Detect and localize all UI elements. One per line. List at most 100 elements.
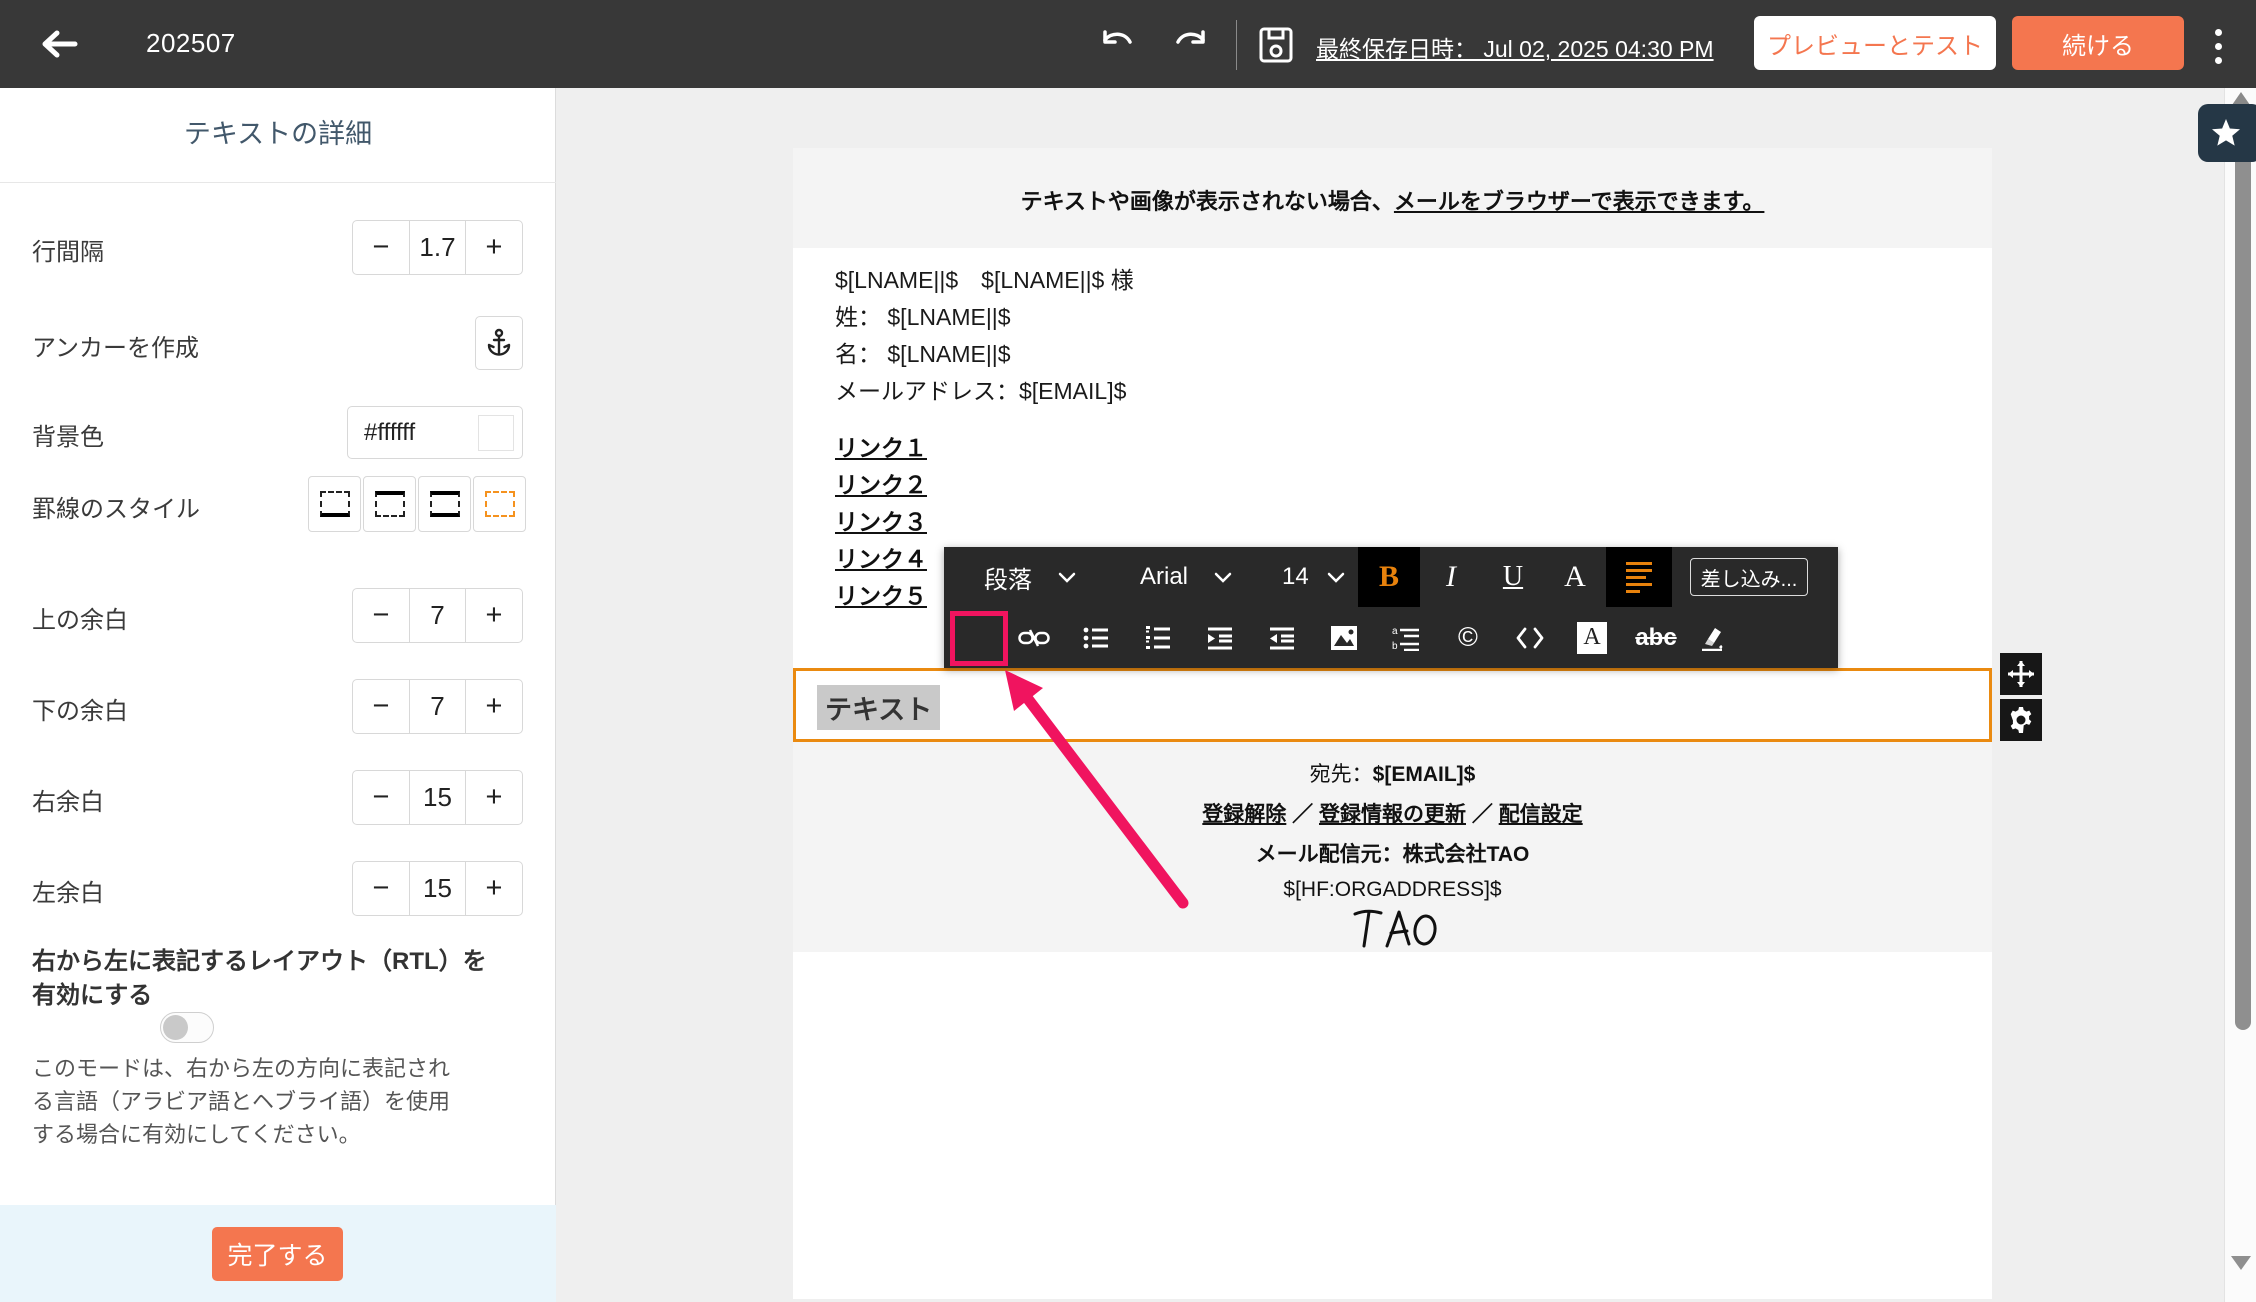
padding-left-value[interactable]: 15 — [410, 862, 465, 915]
font-family-dropdown[interactable]: Arial — [1140, 547, 1232, 607]
update-profile-link[interactable]: 登録情報の更新 — [1319, 803, 1466, 826]
email-editor-screen: 202507 最終保存日時： Jul 02, 2025 04:30 PM プレビ… — [0, 0, 2256, 1302]
body-link-4[interactable]: リンク４ — [835, 541, 927, 578]
align-button[interactable] — [1606, 547, 1672, 607]
chevron-down-icon — [1327, 572, 1345, 583]
bold-button[interactable]: B — [1358, 547, 1420, 607]
chevron-down-icon — [1058, 572, 1076, 583]
block-handles — [2000, 653, 2042, 741]
redo-button[interactable] — [1168, 28, 1214, 64]
insert-image-button[interactable] — [1322, 607, 1366, 668]
background-color-value[interactable]: #ffffff — [364, 419, 478, 447]
preview-and-test-button[interactable]: プレビューとテスト — [1754, 16, 1996, 70]
text-format-toolbar: 段落 Arial 14 B I U A 差し込み... — [944, 547, 1838, 668]
padding-right-decrease-button[interactable]: − — [353, 771, 410, 824]
create-anchor-button[interactable] — [475, 316, 523, 370]
move-block-handle[interactable] — [2000, 653, 2042, 695]
numbered-list-button[interactable] — [1136, 607, 1180, 668]
strikethrough-icon: abc — [1635, 624, 1676, 652]
definition-list-button[interactable]: a b — [1384, 607, 1428, 668]
merge-tags-button[interactable]: 差し込み... — [1690, 558, 1808, 596]
continue-button[interactable]: 続ける — [2012, 16, 2184, 70]
redo-icon — [1171, 30, 1211, 62]
strikethrough-button[interactable]: abc — [1628, 607, 1684, 668]
padding-left-increase-button[interactable]: + — [465, 862, 522, 915]
rtl-toggle[interactable] — [160, 1012, 214, 1043]
chevron-down-icon — [1214, 572, 1232, 583]
highlight-color-button[interactable]: A — [1570, 607, 1614, 668]
paragraph-style-dropdown[interactable]: 段落 — [984, 547, 1076, 607]
body-link-1[interactable]: リンク１ — [835, 430, 927, 467]
border-top-icon — [375, 491, 405, 517]
back-arrow-icon — [41, 29, 79, 59]
scrollbar-thumb[interactable] — [2235, 110, 2251, 1030]
align-left-icon — [1626, 562, 1652, 593]
padding-left-label: 左余白 — [32, 873, 104, 908]
font-color-button[interactable]: A — [1544, 547, 1606, 607]
border-style-top-button[interactable] — [363, 476, 416, 532]
more-options-button[interactable] — [2198, 22, 2238, 70]
footer-separator: ／ — [1292, 803, 1313, 826]
line-spacing-value[interactable]: 1.7 — [410, 221, 465, 274]
background-color-swatch[interactable] — [478, 415, 514, 451]
border-style-top-bottom-button[interactable] — [418, 476, 471, 532]
padding-right-increase-button[interactable]: + — [465, 771, 522, 824]
bullet-list-button[interactable] — [1074, 607, 1118, 668]
merge-line-lastname: 姓： $[LNAME||$ — [835, 299, 1134, 336]
background-color-label: 背景色 — [32, 417, 104, 452]
merge-field-lines: $[LNAME||$ $[LNAME||$ 様 姓： $[LNAME||$ 名：… — [835, 262, 1134, 410]
background-color-input[interactable]: #ffffff — [347, 406, 523, 459]
padding-top-decrease-button[interactable]: − — [353, 589, 410, 642]
empty-email-block[interactable] — [793, 952, 1992, 1299]
favorites-button[interactable] — [2198, 104, 2256, 162]
source-code-button[interactable] — [1508, 607, 1552, 668]
top-bar: 202507 最終保存日時： Jul 02, 2025 04:30 PM プレビ… — [0, 0, 2256, 88]
padding-left-decrease-button[interactable]: − — [353, 862, 410, 915]
font-size-value: 14 — [1282, 563, 1309, 591]
email-preheader-block[interactable]: テキストや画像が表示されない場合、メールをブラウザーで表示できます。 — [793, 148, 1992, 248]
body-link-2[interactable]: リンク２ — [835, 467, 927, 504]
last-saved-link[interactable]: 最終保存日時： Jul 02, 2025 04:30 PM — [1316, 30, 1714, 64]
padding-top-increase-button[interactable]: + — [465, 589, 522, 642]
padding-top-label: 上の余白 — [32, 600, 128, 635]
body-link-3[interactable]: リンク３ — [835, 504, 927, 541]
padding-left-stepper: − 15 + — [352, 861, 523, 916]
selected-text[interactable]: テキスト — [817, 685, 940, 730]
padding-right-value[interactable]: 15 — [410, 771, 465, 824]
save-icon — [1259, 27, 1293, 63]
line-spacing-increase-button[interactable]: + — [465, 221, 522, 274]
border-style-none-button-selected[interactable] — [473, 476, 526, 532]
done-button[interactable]: 完了する — [212, 1227, 343, 1281]
save-button[interactable] — [1256, 24, 1296, 66]
padding-top-value[interactable]: 7 — [410, 589, 465, 642]
border-style-bottom-button[interactable] — [308, 476, 361, 532]
footer-separator: ／ — [1472, 803, 1493, 826]
footer-address-merge-field: $[HF:ORGADDRESS]$ — [793, 878, 1992, 902]
padding-bottom-value[interactable]: 7 — [410, 680, 465, 733]
clear-format-button[interactable] — [1690, 607, 1734, 668]
selected-text-block[interactable]: テキスト — [793, 668, 1992, 742]
remove-link-button[interactable] — [1012, 607, 1056, 668]
block-settings-handle[interactable] — [2000, 699, 2042, 741]
special-character-button[interactable]: © — [1446, 607, 1490, 668]
italic-button[interactable]: I — [1420, 547, 1482, 607]
definition-list-icon: a b — [1392, 625, 1420, 651]
code-icon — [1516, 627, 1544, 649]
body-link-5[interactable]: リンク５ — [835, 578, 927, 615]
line-spacing-decrease-button[interactable]: − — [353, 221, 410, 274]
delivery-settings-link[interactable]: 配信設定 — [1499, 803, 1583, 826]
undo-button[interactable] — [1094, 28, 1140, 64]
canvas-scrollbar[interactable] — [2224, 88, 2256, 1302]
highlight-color-icon: A — [1577, 622, 1607, 654]
padding-bottom-decrease-button[interactable]: − — [353, 680, 410, 733]
font-size-dropdown[interactable]: 14 — [1282, 547, 1345, 607]
indent-button[interactable] — [1198, 607, 1242, 668]
back-button[interactable] — [38, 24, 82, 64]
padding-bottom-increase-button[interactable]: + — [465, 680, 522, 733]
outdent-button[interactable] — [1260, 607, 1304, 668]
scroll-down-arrow-icon[interactable] — [2231, 1256, 2251, 1270]
unsubscribe-link[interactable]: 登録解除 — [1202, 803, 1286, 826]
email-footer-block[interactable]: 宛先：$[EMAIL]$ 登録解除 ／ 登録情報の更新 ／ 配信設定 メール配信… — [793, 742, 1992, 952]
underline-button[interactable]: U — [1482, 547, 1544, 607]
view-in-browser-link[interactable]: メールをブラウザーで表示できます。 — [1394, 189, 1764, 214]
